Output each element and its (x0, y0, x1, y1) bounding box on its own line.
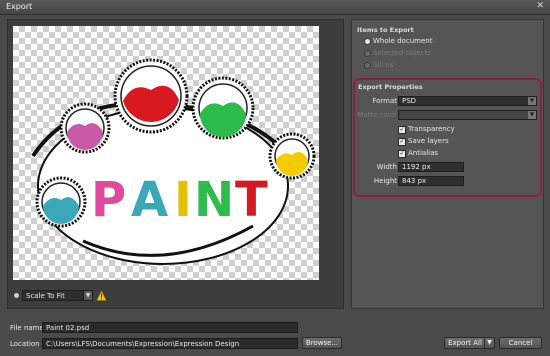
chevron-down-icon: ▼ (528, 111, 536, 119)
splash-circle-yellow (268, 132, 316, 180)
scale-mode-select[interactable]: Scale To Fit (22, 290, 92, 301)
export-properties-title: Export Properties (358, 83, 423, 91)
options-panel: Items to Export Whole document Selected … (351, 19, 544, 309)
checkbox-label: Antialias (408, 149, 439, 157)
cancel-button[interactable]: Cancel (499, 337, 542, 349)
splash-circle-red (113, 58, 189, 134)
radio-label: Whole document (373, 37, 433, 45)
paint-letter-p: P (91, 172, 126, 228)
close-icon[interactable]: ✕ (536, 1, 544, 11)
radio-label: Selected objects (373, 49, 431, 57)
format-label: Format (372, 97, 397, 105)
chevron-down-icon[interactable]: ▼ (484, 338, 494, 348)
export-all-button[interactable]: Export All ▼ (444, 337, 495, 349)
preview-frame: P A I N T (7, 19, 344, 309)
format-value: PSD (402, 97, 417, 105)
checkbox-label: Transparency (408, 125, 455, 133)
location-input[interactable]: C:\Users\LFS\Documents\Expression\Expres… (42, 338, 298, 349)
window-title: Export (6, 2, 33, 11)
chevron-down-icon[interactable]: ▼ (83, 290, 93, 301)
file-name-label: File name (10, 324, 44, 332)
splash-circle-green (191, 76, 255, 140)
splash-circle-magenta (59, 102, 111, 154)
title-bar: Export ✕ (0, 0, 550, 15)
splash-circle-teal (35, 176, 87, 228)
matte-color-label: Matte color (357, 111, 397, 119)
radio-label: Slices (373, 61, 394, 69)
checkmark-icon: ✓ (398, 150, 406, 158)
paint-artwork: P A I N T (31, 58, 316, 265)
width-input[interactable]: 1192 px (398, 162, 464, 172)
matte-color-select: ▼ (398, 110, 537, 120)
height-label: Height (373, 177, 397, 185)
browse-button[interactable]: Browse... (302, 337, 342, 349)
checkmark-icon: ✓ (398, 126, 406, 134)
radio-icon (364, 62, 371, 69)
checkmark-icon: ✓ (398, 138, 406, 146)
paint-letter-n: N (194, 172, 234, 228)
scale-dot-icon (14, 293, 19, 298)
format-select[interactable]: PSD ▼ (398, 96, 537, 106)
paint-letter-a: A (131, 172, 168, 228)
checkbox-label: Save layers (408, 137, 449, 145)
export-all-label: Export All (448, 339, 482, 347)
warning-icon (96, 290, 107, 301)
chevron-down-icon: ▼ (528, 97, 536, 105)
location-label: Location (10, 340, 40, 348)
items-to-export-title: Items to Export (357, 26, 414, 34)
width-label: Width (376, 163, 397, 171)
preview-canvas: P A I N T (13, 26, 319, 280)
paint-letter-t: T (235, 172, 268, 228)
export-properties-box: Export Properties Format PSD ▼ Matte col… (353, 78, 542, 197)
height-input[interactable]: 843 px (398, 176, 464, 186)
radio-icon (364, 38, 371, 45)
radio-icon (364, 50, 371, 57)
paint-letter-i: I (174, 172, 192, 228)
file-name-input[interactable]: Paint 02.psd (42, 322, 298, 333)
